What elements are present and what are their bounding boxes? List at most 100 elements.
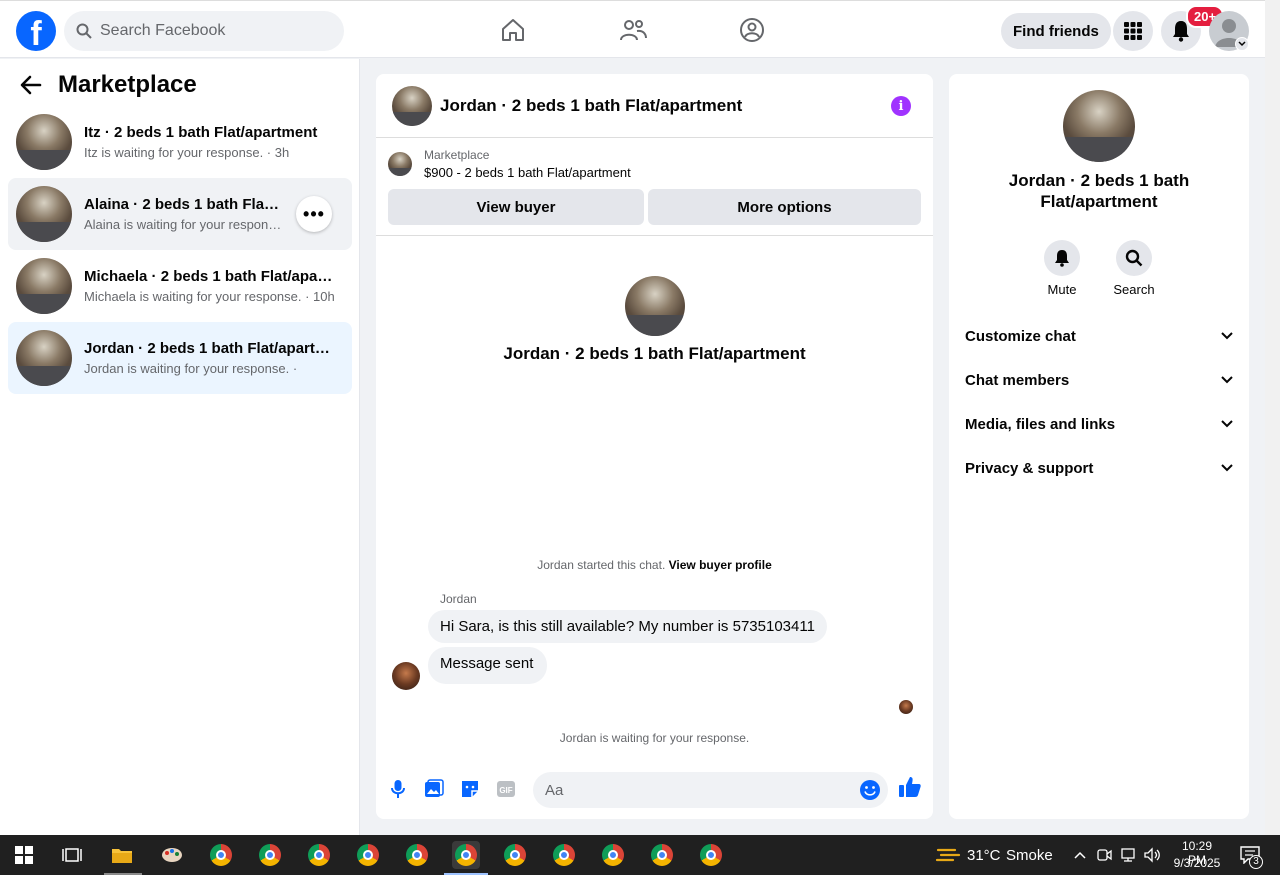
chat-avatar[interactable]	[392, 85, 432, 126]
mute-button[interactable]: Mute	[1032, 240, 1092, 297]
chrome-icon[interactable]	[697, 841, 725, 869]
microphone-icon[interactable]	[386, 777, 410, 801]
search-icon	[76, 23, 92, 39]
weather-icon[interactable]	[934, 841, 962, 869]
chevron-down-icon[interactable]	[1235, 37, 1249, 51]
conversation-title: Michaela · 2 beds 1 bath Flat/apartment	[84, 268, 336, 285]
search-bar[interactable]	[64, 11, 344, 51]
listing-thumbnail	[16, 186, 72, 242]
paint-app-icon[interactable]	[158, 841, 186, 869]
chat-members-section[interactable]: Chat members	[965, 362, 1233, 398]
listing-thumbnail	[16, 114, 72, 170]
search-input[interactable]	[100, 22, 320, 40]
chrome-icon[interactable]	[305, 841, 333, 869]
like-thumb-icon[interactable]	[898, 775, 922, 799]
more-options-button[interactable]: More options	[648, 189, 921, 225]
chat-window: Jordan · 2 beds 1 bath Flat/apartment i …	[376, 74, 933, 819]
message-composer[interactable]	[533, 772, 888, 808]
listing-price: $900 - 2 beds 1 bath Flat/apartment	[424, 165, 631, 180]
listing-thumbnail	[388, 152, 412, 176]
page-title: Marketplace	[58, 71, 197, 98]
notification-count-badge: 3	[1249, 855, 1263, 869]
intro-title: Jordan · 2 beds 1 bath Flat/apartment	[503, 344, 806, 363]
conversation-preview: Jordan is waiting for your response. ·	[84, 361, 298, 376]
section-label: Media, files and links	[965, 415, 1116, 433]
view-buyer-profile-link[interactable]: View buyer profile	[669, 558, 772, 572]
search-label: Search	[1113, 282, 1155, 297]
chat-details-panel: Jordan · 2 beds 1 bath Flat/apartment Mu…	[949, 74, 1249, 819]
listing-category: Marketplace	[424, 148, 490, 162]
sender-avatar	[392, 662, 420, 690]
conversation-more-button[interactable]: •••	[296, 196, 332, 232]
conversation-preview: Alaina is waiting for your response. · 6…	[84, 217, 284, 232]
chat-started-notice: Jordan started this chat. View buyer pro…	[376, 558, 933, 572]
chrome-icon[interactable]	[599, 841, 627, 869]
chat-title[interactable]: Jordan · 2 beds 1 bath Flat/apartment	[440, 96, 742, 116]
intro-avatar	[625, 276, 685, 336]
groups-icon[interactable]	[735, 13, 769, 47]
details-title: Jordan · 2 beds 1 bath Flat/apartment	[1008, 171, 1190, 211]
clock-date[interactable]: 9/3/2025	[1172, 856, 1222, 870]
conversation-item-active[interactable]: Jordan · 2 beds 1 bath Flat/apartment Jo…	[8, 322, 352, 394]
windows-start-icon[interactable]	[10, 841, 38, 869]
conversation-item[interactable]: Alaina · 2 beds 1 bath Flat/apartment Al…	[8, 178, 352, 250]
menu-grid-icon[interactable]	[1113, 11, 1153, 51]
conversation-item[interactable]: Itz · 2 beds 1 bath Flat/apartment Itz i…	[8, 106, 352, 178]
weather-temp[interactable]: 31°C	[967, 847, 1001, 864]
sender-name: Jordan	[440, 592, 477, 606]
listing-thumbnail	[16, 258, 72, 314]
page-scrollbar[interactable]	[1265, 0, 1280, 835]
customize-chat-section[interactable]: Customize chat	[965, 318, 1233, 354]
task-view-icon[interactable]	[58, 841, 86, 869]
conversation-title: Jordan · 2 beds 1 bath Flat/apartment	[84, 340, 336, 357]
facebook-logo[interactable]: f	[16, 11, 56, 51]
started-text: Jordan started this chat.	[537, 558, 666, 572]
message-bubble[interactable]: Hi Sara, is this still available? My num…	[428, 610, 827, 643]
section-label: Chat members	[965, 371, 1070, 389]
chrome-icon[interactable]	[648, 841, 676, 869]
search-chat-button[interactable]: Search	[1104, 240, 1164, 297]
gif-label: GIF	[499, 786, 512, 795]
mute-label: Mute	[1047, 282, 1077, 297]
listing-summary[interactable]: Marketplace $900 - 2 beds 1 bath Flat/ap…	[388, 148, 631, 180]
conversation-title: Alaina · 2 beds 1 bath Flat/apartment	[84, 196, 284, 213]
emoji-icon[interactable]	[859, 779, 881, 801]
section-label: Privacy & support	[965, 459, 1094, 477]
find-friends-button[interactable]: Find friends	[1001, 13, 1111, 49]
sticker-icon[interactable]	[458, 777, 482, 801]
chrome-icon-active[interactable]	[452, 841, 480, 869]
chrome-icon[interactable]	[256, 841, 284, 869]
privacy-support-section[interactable]: Privacy & support	[965, 450, 1233, 486]
chevron-down-icon	[1221, 464, 1233, 472]
gif-icon[interactable]: GIF	[494, 777, 518, 801]
friends-icon[interactable]	[616, 13, 650, 47]
chrome-icon[interactable]	[501, 841, 529, 869]
chrome-icon[interactable]	[354, 841, 382, 869]
details-avatar	[1063, 90, 1135, 162]
conversation-item[interactable]: Michaela · 2 beds 1 bath Flat/apartment …	[8, 250, 352, 322]
photo-attach-icon[interactable]	[422, 777, 446, 801]
home-icon[interactable]	[496, 13, 530, 47]
divider	[376, 235, 933, 236]
chevron-down-icon	[1221, 420, 1233, 428]
message-input[interactable]	[545, 781, 845, 799]
waiting-notice: Jordan is waiting for your response.	[559, 731, 750, 745]
windows-taskbar: 31°C Smoke 10:29 PM 9/3/2025 3	[0, 835, 1280, 875]
volume-icon[interactable]	[1138, 841, 1166, 869]
listing-thumbnail	[16, 330, 72, 386]
file-explorer-icon[interactable]	[108, 841, 136, 869]
chrome-icon[interactable]	[403, 841, 431, 869]
weather-description[interactable]: Smoke	[1006, 847, 1053, 864]
info-icon[interactable]: i	[891, 96, 911, 116]
conversation-title: Itz · 2 beds 1 bath Flat/apartment	[84, 124, 318, 141]
view-buyer-button[interactable]: View buyer	[388, 189, 644, 225]
chrome-icon[interactable]	[207, 841, 235, 869]
chevron-down-icon	[1221, 332, 1233, 340]
message-bubble[interactable]: Message sent	[428, 647, 548, 684]
conversation-preview: Michaela is waiting for your response. ·…	[84, 289, 335, 304]
back-arrow-icon[interactable]	[20, 75, 42, 95]
media-files-links-section[interactable]: Media, files and links	[965, 406, 1233, 442]
chrome-icon[interactable]	[550, 841, 578, 869]
chat-header: Jordan · 2 beds 1 bath Flat/apartment i	[376, 74, 933, 138]
bell-icon	[1055, 250, 1069, 267]
